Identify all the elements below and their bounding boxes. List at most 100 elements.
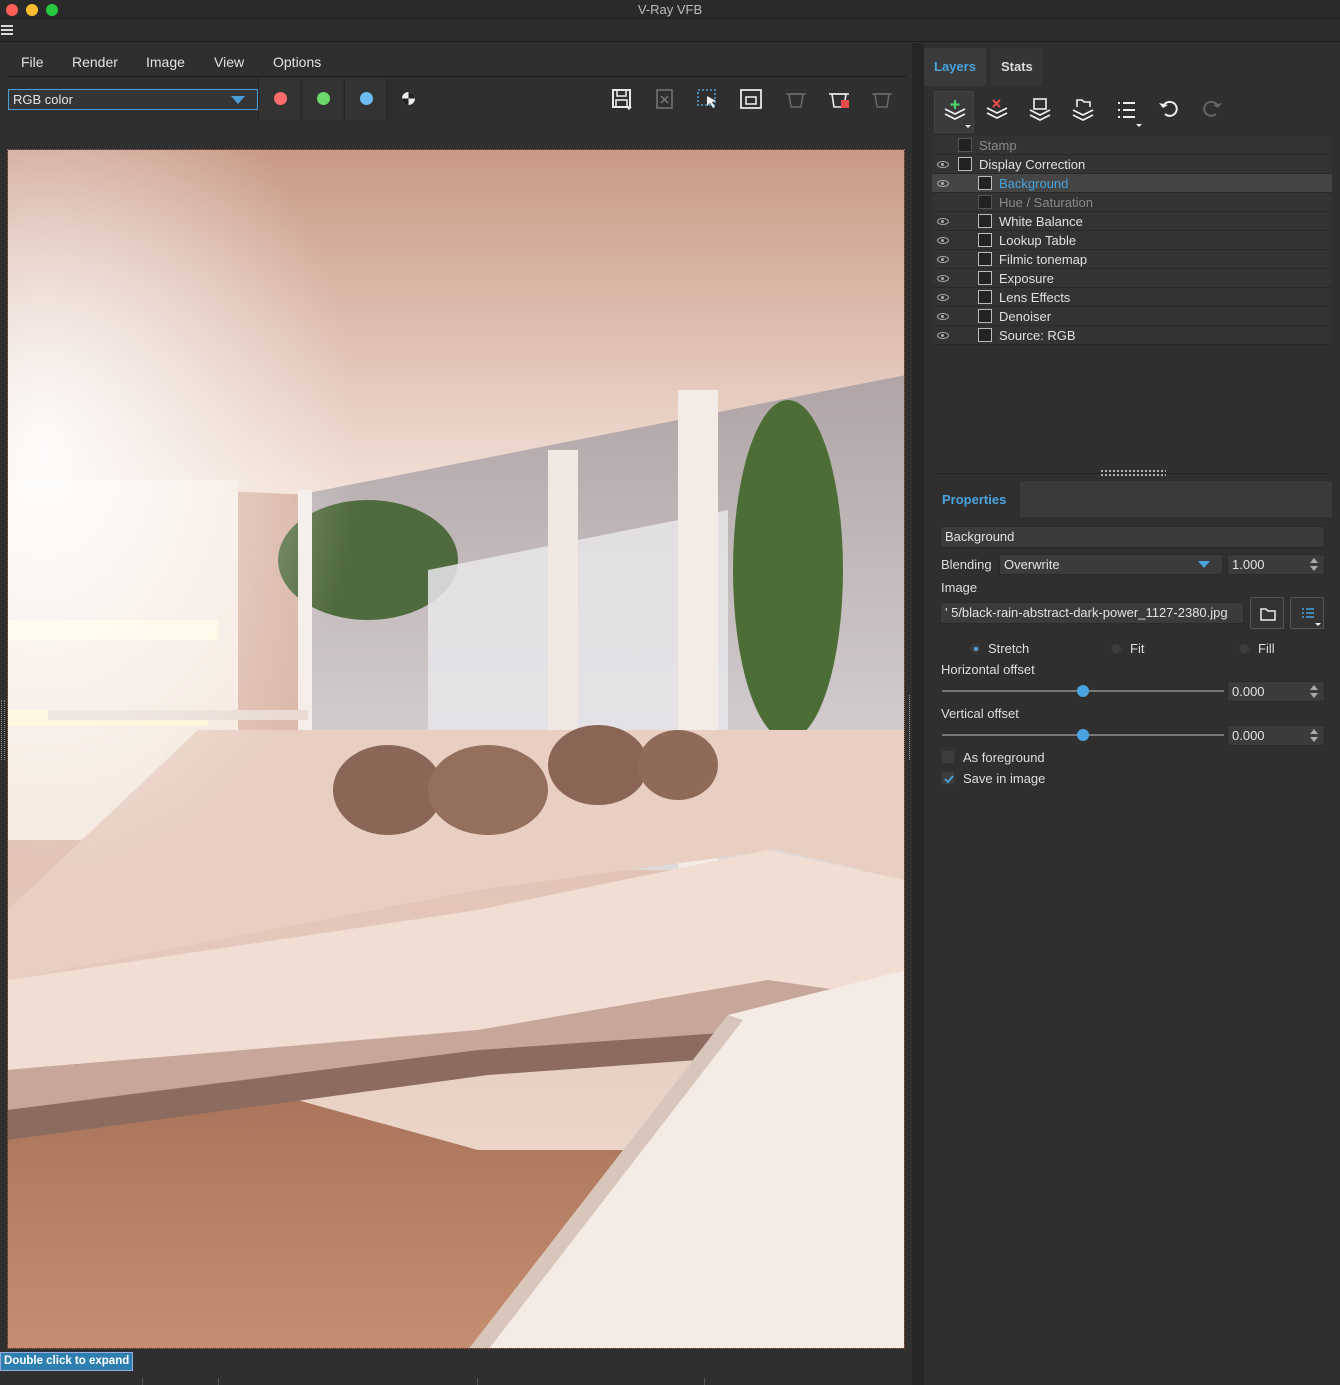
horizontal-offset-slider[interactable] [942, 685, 1224, 697]
layer-name-field[interactable]: Background [940, 526, 1325, 548]
vertical-offset-knob[interactable] [1077, 729, 1089, 741]
horizontal-offset-value: 0.000 [1232, 684, 1265, 699]
layer-row[interactable]: Denoiser [932, 307, 1332, 326]
as-foreground-checkbox[interactable] [941, 750, 955, 764]
left-resize-handle[interactable] [1, 700, 5, 760]
layer-type-icon [978, 309, 992, 323]
add-layer-button[interactable] [934, 91, 974, 133]
vertical-offset-label: Vertical offset [941, 706, 1019, 721]
spin-arrows-icon [1310, 685, 1318, 699]
channel-select[interactable]: RGB color [8, 89, 258, 110]
green-channel-button[interactable] [301, 78, 343, 120]
spin-arrows-icon [1310, 729, 1318, 743]
channel-select-value: RGB color [13, 92, 73, 107]
layer-tree: Stamp Display Correction Background Hue / S… [932, 136, 1332, 345]
tab-stats[interactable]: Stats [991, 48, 1043, 86]
layer-row[interactable]: Exposure [932, 269, 1332, 288]
menu-options[interactable]: Options [273, 54, 321, 70]
vertical-offset-slider[interactable] [942, 729, 1224, 741]
image-path-field[interactable]: ' 5/black-rain-abstract-dark-power_1127-… [940, 602, 1244, 624]
tab-properties[interactable]: Properties [932, 481, 1020, 517]
horizontal-offset-knob[interactable] [1077, 685, 1089, 697]
layer-row[interactable]: Hue / Saturation [932, 193, 1332, 212]
panel-splitter[interactable] [912, 43, 924, 1385]
status-hint[interactable]: Double click to expand [0, 1352, 134, 1371]
layer-label: Lookup Table [999, 233, 1077, 248]
menu-view[interactable]: View [214, 54, 244, 70]
visibility-eye-icon[interactable] [937, 313, 949, 320]
layer-list-icon [1118, 102, 1142, 127]
red-channel-button[interactable] [258, 78, 300, 120]
save-in-image-label: Save in image [963, 771, 1046, 786]
save-icon[interactable] [610, 88, 634, 110]
menu-image[interactable]: Image [146, 54, 185, 70]
render-viewport[interactable] [7, 149, 905, 1349]
visibility-eye-icon[interactable] [937, 332, 949, 339]
layer-label: Source: RGB [999, 328, 1076, 343]
stop-render-icon[interactable] [870, 88, 894, 110]
add-layer-icon [944, 100, 971, 128]
blue-dot-icon [360, 92, 373, 105]
visibility-eye-icon[interactable] [937, 161, 949, 168]
undo-icon [1159, 100, 1178, 117]
alpha-icon [402, 92, 415, 105]
lens-icon[interactable] [739, 88, 763, 110]
save-layers-button[interactable] [1020, 91, 1060, 133]
clear-image-icon[interactable] [653, 88, 677, 110]
fill-radio[interactable] [1239, 643, 1250, 654]
delete-layer-icon [986, 99, 1008, 120]
layer-type-icon [978, 328, 992, 342]
layer-list-button[interactable] [1106, 91, 1146, 133]
splitter-grip[interactable] [1100, 469, 1166, 477]
layer-row[interactable]: Background [932, 174, 1332, 193]
layer-label: Denoiser [999, 309, 1052, 324]
visibility-eye-icon[interactable] [937, 294, 949, 301]
horizontal-offset-spinbox[interactable]: 0.000 [1227, 681, 1325, 702]
properties-tabbar: Properties [932, 481, 1332, 517]
visibility-eye-icon[interactable] [937, 275, 949, 282]
hamburger-menu-icon[interactable] [1, 25, 13, 35]
visibility-eye-icon[interactable] [937, 256, 949, 263]
menu-render[interactable]: Render [72, 54, 118, 70]
vertical-offset-spinbox[interactable]: 0.000 [1227, 725, 1325, 746]
layer-label: Display Correction [979, 157, 1086, 172]
visibility-eye-icon[interactable] [937, 180, 949, 187]
visibility-eye-icon[interactable] [937, 237, 949, 244]
save-in-image-checkbox[interactable] [941, 771, 955, 785]
layer-row[interactable]: Display Correction [932, 155, 1332, 174]
layer-row[interactable]: Source: RGB [932, 326, 1332, 345]
chevron-down-icon [231, 96, 245, 104]
layer-row[interactable]: Lookup Table [932, 231, 1332, 250]
browse-image-button[interactable] [1250, 597, 1284, 629]
visibility-eye-icon[interactable] [937, 218, 949, 225]
layer-row[interactable]: Lens Effects [932, 288, 1332, 307]
opacity-value: 1.000 [1232, 557, 1265, 572]
layer-label: Stamp [979, 138, 1017, 153]
load-layers-button[interactable] [1063, 91, 1103, 133]
checkmark-icon [944, 775, 954, 784]
blue-channel-button[interactable] [344, 78, 386, 120]
menu-file[interactable]: File [21, 54, 44, 70]
layer-row[interactable]: White Balance [932, 212, 1332, 231]
image-options-button[interactable] [1290, 597, 1324, 629]
opacity-spinbox[interactable]: 1.000 [1227, 554, 1325, 575]
undo-button[interactable] [1149, 91, 1189, 133]
layer-label: Background [999, 176, 1069, 191]
layer-toolbar [932, 91, 1332, 133]
alpha-channel-button[interactable] [387, 78, 429, 120]
render-last-icon[interactable] [784, 88, 808, 110]
menu-bar: File Render Image View Options [8, 44, 906, 77]
redo-button[interactable] [1192, 91, 1232, 133]
layer-row[interactable]: Stamp [932, 136, 1332, 155]
delete-layer-button[interactable] [977, 91, 1017, 133]
layer-type-icon [978, 252, 992, 266]
redo-icon [1203, 100, 1222, 117]
tab-layers[interactable]: Layers [924, 48, 986, 86]
blending-select[interactable]: Overwrite [999, 554, 1223, 575]
render-icon[interactable] [827, 88, 851, 110]
layer-type-icon [978, 176, 992, 190]
region-render-icon[interactable] [696, 88, 720, 110]
layer-row[interactable]: Filmic tonemap [932, 250, 1332, 269]
stretch-radio[interactable] [970, 643, 981, 654]
fit-radio[interactable] [1111, 643, 1122, 654]
